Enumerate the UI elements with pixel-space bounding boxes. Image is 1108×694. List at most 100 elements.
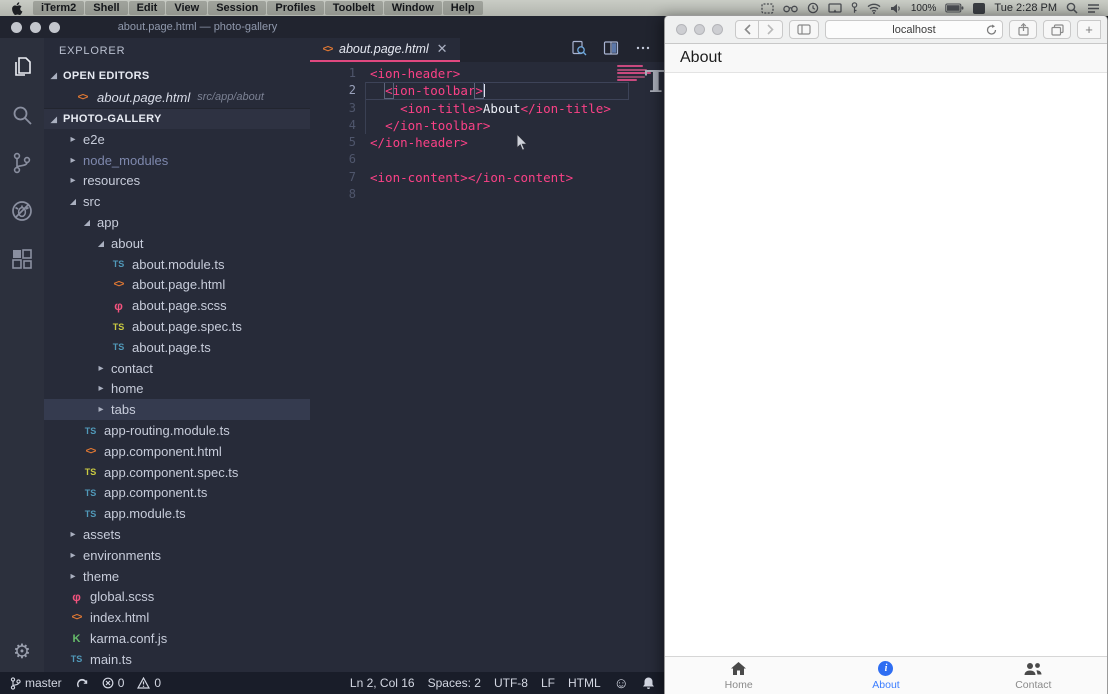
volume-icon[interactable]: [890, 3, 902, 14]
menu-profiles[interactable]: Profiles: [267, 1, 323, 15]
extensions-icon[interactable]: [8, 244, 36, 274]
tree-item-main-ts[interactable]: TSmain.ts: [44, 649, 310, 670]
ionic-tab-home[interactable]: Home: [665, 657, 812, 694]
menu-session[interactable]: Session: [208, 1, 266, 15]
tree-item-karma-conf-js[interactable]: Kkarma.conf.js: [44, 628, 310, 649]
split-editor-icon[interactable]: [603, 40, 619, 61]
forward-button[interactable]: [759, 20, 783, 39]
tab-overview-button[interactable]: [1043, 20, 1071, 39]
menu-shell[interactable]: Shell: [85, 1, 127, 15]
display-mirroring-icon[interactable]: [828, 3, 842, 14]
share-button[interactable]: [1009, 20, 1037, 39]
tree-item-e2e[interactable]: ▸e2e: [44, 129, 310, 150]
settings-gear-icon[interactable]: ⚙: [13, 639, 31, 664]
menu-view[interactable]: View: [166, 1, 207, 15]
battery-icon[interactable]: [945, 3, 964, 13]
tree-item-about-page-ts[interactable]: TSabout.page.ts: [44, 337, 310, 358]
menu-edit[interactable]: Edit: [129, 1, 166, 15]
screen-capture-icon[interactable]: [761, 3, 774, 14]
warnings-indicator[interactable]: 0: [137, 676, 161, 690]
glasses-icon[interactable]: [783, 4, 798, 13]
git-branch-indicator[interactable]: master: [10, 676, 62, 690]
tree-item-app-module-ts[interactable]: TSapp.module.ts: [44, 503, 310, 524]
editor-tab-about-page-html[interactable]: <> about.page.html ✕: [310, 38, 460, 62]
more-actions-icon[interactable]: [635, 40, 651, 61]
tree-item-about-page-spec-ts[interactable]: TSabout.page.spec.ts: [44, 316, 310, 337]
new-tab-button[interactable]: +: [1077, 20, 1101, 39]
code-line-5[interactable]: 5</ion-header>: [310, 134, 665, 151]
tree-item-node-modules[interactable]: ▸node_modules: [44, 150, 310, 171]
source-control-icon[interactable]: [8, 148, 36, 178]
menu-help[interactable]: Help: [443, 1, 483, 15]
project-section-header[interactable]: ◢ PHOTO-GALLERY: [44, 108, 310, 129]
tree-item-app[interactable]: ◢app: [44, 212, 310, 233]
close-window-button[interactable]: [676, 24, 687, 35]
wifi-icon[interactable]: [867, 3, 881, 14]
errors-indicator[interactable]: 0: [102, 676, 125, 690]
tree-item-theme[interactable]: ▸theme: [44, 566, 310, 587]
feedback-smiley-icon[interactable]: ☺: [614, 675, 629, 692]
notification-center-icon[interactable]: [1087, 3, 1100, 14]
open-preview-icon[interactable]: [571, 40, 587, 61]
tree-item-label: about.page.scss: [132, 298, 227, 313]
tree-item-about[interactable]: ◢about: [44, 233, 310, 254]
key-icon[interactable]: [851, 2, 858, 14]
status-lf[interactable]: LF: [541, 676, 555, 690]
status-ln-2-col-16[interactable]: Ln 2, Col 16: [350, 676, 415, 690]
code-line-1[interactable]: 1<ion-header>: [310, 65, 665, 82]
debug-icon[interactable]: [8, 196, 36, 226]
address-bar[interactable]: localhost: [825, 20, 1003, 39]
code-line-3[interactable]: 3 <ion-title>About</ion-title>: [310, 100, 665, 117]
status-utf-8[interactable]: UTF-8: [494, 676, 528, 690]
tree-item-contact[interactable]: ▸contact: [44, 358, 310, 379]
tree-item-tabs[interactable]: ▸tabs: [44, 399, 310, 420]
status-html[interactable]: HTML: [568, 676, 601, 690]
tree-item-app-component-html[interactable]: <>app.component.html: [44, 441, 310, 462]
status-spaces-2[interactable]: Spaces: 2: [428, 676, 481, 690]
battery-percentage[interactable]: 100%: [911, 3, 937, 14]
open-editor-item[interactable]: <> about.page.html src/app/about: [44, 86, 310, 108]
search-icon[interactable]: [8, 100, 36, 130]
spotlight-icon[interactable]: [1066, 2, 1078, 14]
reload-icon[interactable]: [986, 24, 997, 39]
apple-menu-icon[interactable]: [12, 2, 23, 15]
notifications-bell-icon[interactable]: [642, 676, 655, 690]
code-editor[interactable]: 1<ion-header>2 <ion-toolbar>3 <ion-title…: [310, 62, 665, 672]
ionic-tab-about[interactable]: iAbout: [812, 657, 959, 694]
tree-item-about-module-ts[interactable]: TSabout.module.ts: [44, 254, 310, 275]
tree-item-resources[interactable]: ▸resources: [44, 171, 310, 192]
code-line-8[interactable]: 8: [310, 186, 665, 203]
tree-item-about-page-html[interactable]: <>about.page.html: [44, 275, 310, 296]
sync-button[interactable]: [75, 677, 89, 690]
tree-item-index-html[interactable]: <>index.html: [44, 607, 310, 628]
tree-item-home[interactable]: ▸home: [44, 379, 310, 400]
code-line-2[interactable]: 2 <ion-toolbar>: [310, 82, 665, 99]
zoom-window-button[interactable]: [712, 24, 723, 35]
tree-item-app-routing-module-ts[interactable]: TSapp-routing.module.ts: [44, 420, 310, 441]
tree-item-global-scss[interactable]: φglobal.scss: [44, 587, 310, 608]
tree-item-src[interactable]: ◢src: [44, 191, 310, 212]
time-machine-icon[interactable]: [807, 2, 819, 14]
back-button[interactable]: [735, 20, 759, 39]
files-icon[interactable]: [8, 52, 36, 82]
menu-clock[interactable]: Tue 2:28 PM: [994, 2, 1057, 14]
tree-item-about-page-scss[interactable]: φabout.page.scss: [44, 295, 310, 316]
minimize-window-button[interactable]: [694, 24, 705, 35]
input-source-icon[interactable]: [973, 3, 985, 14]
menu-window[interactable]: Window: [384, 1, 442, 15]
contact-icon: [1023, 661, 1043, 677]
close-tab-icon[interactable]: ✕: [437, 41, 448, 57]
ionic-tab-contact[interactable]: Contact: [960, 657, 1107, 694]
code-line-6[interactable]: 6: [310, 151, 665, 168]
tree-item-app-component-ts[interactable]: TSapp.component.ts: [44, 483, 310, 504]
warning-count: 0: [154, 676, 161, 690]
tree-item-assets[interactable]: ▸assets: [44, 524, 310, 545]
tree-item-app-component-spec-ts[interactable]: TSapp.component.spec.ts: [44, 462, 310, 483]
tree-item-environments[interactable]: ▸environments: [44, 545, 310, 566]
code-line-4[interactable]: 4 </ion-toolbar>: [310, 117, 665, 134]
menu-iterm2[interactable]: iTerm2: [33, 1, 84, 15]
open-editors-header[interactable]: ◢ OPEN EDITORS: [44, 65, 310, 86]
sidebar-toggle-button[interactable]: [789, 20, 819, 39]
code-line-7[interactable]: 7<ion-content></ion-content>: [310, 169, 665, 186]
menu-toolbelt[interactable]: Toolbelt: [325, 1, 383, 15]
